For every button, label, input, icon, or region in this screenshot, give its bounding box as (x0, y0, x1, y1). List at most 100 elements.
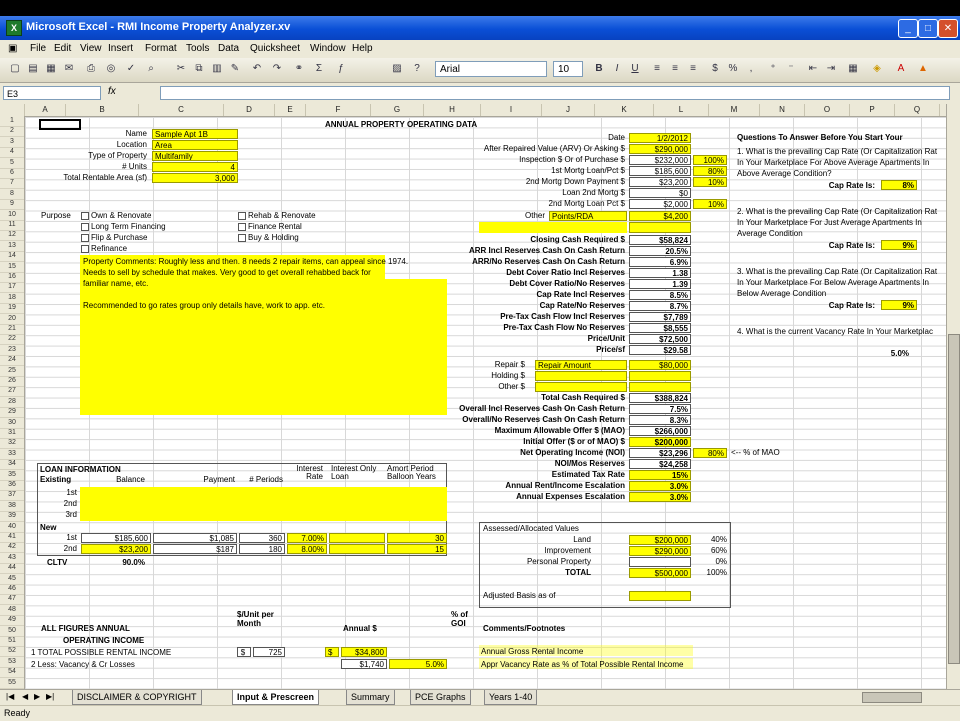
tab-summary[interactable]: Summary (346, 690, 395, 705)
decrease-decimal-icon[interactable]: ⁻ (784, 62, 798, 76)
row-header[interactable]: 38 (0, 501, 24, 512)
italic-icon[interactable]: I (610, 62, 624, 76)
tab-scroll-prev-icon[interactable]: ◀ (22, 692, 28, 701)
1st-mortg-pct[interactable]: 80% (693, 166, 727, 176)
area-input[interactable]: 3,000 (152, 173, 238, 183)
decrease-indent-icon[interactable]: ⇤ (806, 62, 820, 76)
format-painter-icon[interactable]: ✎ (228, 62, 242, 76)
new-loan-rate[interactable]: 8.00% (287, 544, 327, 554)
row-header[interactable]: 6 (0, 168, 24, 179)
row-header[interactable]: 45 (0, 574, 24, 585)
holding-type-input[interactable] (535, 371, 627, 381)
column-header[interactable]: B (66, 104, 139, 116)
doc-icon[interactable]: ▣ (8, 43, 17, 54)
redo-icon[interactable]: ↷ (270, 62, 284, 76)
align-right-icon[interactable]: ≡ (686, 62, 700, 76)
maximize-button[interactable]: □ (918, 19, 938, 38)
warning-icon[interactable]: ▲ (916, 62, 930, 76)
row-header[interactable]: 37 (0, 490, 24, 502)
offer-pct-input[interactable]: 80% (693, 448, 727, 458)
repair-type-input[interactable]: Repair Amount (535, 360, 627, 370)
property-comments[interactable]: Property Comments: Roughly less and then… (80, 257, 447, 415)
other-extra-value[interactable] (629, 222, 691, 233)
menu-edit[interactable]: Edit (54, 43, 71, 54)
row-header[interactable]: 12 (0, 230, 24, 242)
horizontal-scroll-thumb[interactable] (862, 692, 922, 703)
total-value[interactable]: $200,000 (629, 437, 691, 447)
row-header[interactable]: 32 (0, 438, 24, 450)
column-header[interactable]: G (371, 104, 424, 116)
row-header[interactable]: 26 (0, 376, 24, 387)
row-header[interactable]: 11 (0, 220, 24, 231)
fill-color-icon[interactable]: ◈ (870, 62, 884, 76)
vertical-scrollbar[interactable] (946, 104, 960, 689)
question-answer-input[interactable]: 8% (881, 180, 917, 190)
row-header[interactable]: 51 (0, 636, 24, 647)
excel-app-icon[interactable]: X (6, 20, 22, 36)
new-loan-amort[interactable]: 15 (387, 544, 447, 554)
row-header[interactable]: 52 (0, 646, 24, 658)
minimize-button[interactable]: _ (898, 19, 918, 38)
row-header[interactable]: 33 (0, 449, 24, 460)
chart-wizard-icon[interactable]: ▨ (390, 62, 404, 76)
align-center-icon[interactable]: ≡ (668, 62, 682, 76)
formula-input[interactable] (160, 86, 950, 100)
row-header[interactable]: 17 (0, 282, 24, 294)
2nd-loan-pct[interactable]: 10% (693, 199, 727, 209)
other-extra-input[interactable] (479, 222, 627, 233)
arv-input[interactable]: $290,000 (629, 144, 691, 154)
new-loan-io[interactable] (329, 544, 385, 554)
cut-icon[interactable]: ✂ (174, 62, 188, 76)
row-header[interactable]: 13 (0, 241, 24, 252)
tab-scroll-first-icon[interactable]: |◀ (6, 692, 14, 701)
row-header[interactable]: 25 (0, 366, 24, 377)
new-loan-balance[interactable]: $23,200 (81, 544, 151, 554)
new-icon[interactable]: ▢ (8, 62, 22, 76)
total-value[interactable]: 3.0% (629, 492, 691, 502)
new-loan-rate[interactable]: 7.00% (287, 533, 327, 543)
vertical-scroll-thumb[interactable] (948, 334, 960, 664)
row-header[interactable]: 23 (0, 345, 24, 356)
menu-quicksheet[interactable]: Quicksheet (250, 43, 300, 54)
font-size-select[interactable]: 10 (553, 61, 583, 77)
hyperlink-icon[interactable]: ⚭ (292, 62, 306, 76)
column-header[interactable]: M (709, 104, 760, 116)
purpose-buy-hold[interactable]: Buy & Holding (238, 233, 299, 242)
purpose-rehab[interactable]: Rehab & Renovate (238, 211, 316, 220)
paste-icon[interactable]: ▥ (210, 62, 224, 76)
row-header[interactable]: 7 (0, 178, 24, 190)
2nd-down-pct[interactable]: 10% (693, 177, 727, 187)
other-cost-amount-input[interactable] (629, 382, 691, 392)
autosum-icon[interactable]: Σ (312, 62, 326, 76)
row-header[interactable]: 4 (0, 147, 24, 159)
open-icon[interactable]: ▤ (26, 62, 40, 76)
row-header[interactable]: 18 (0, 293, 24, 304)
column-header[interactable]: D (224, 104, 275, 116)
row-header[interactable]: 28 (0, 397, 24, 408)
font-color-icon[interactable]: A (894, 62, 908, 76)
inspection-pct[interactable]: 100% (693, 155, 727, 165)
research-icon[interactable]: ⌕ (144, 62, 158, 76)
comma-icon[interactable]: , (744, 62, 758, 76)
percent-icon[interactable]: % (726, 62, 740, 76)
alloc-value[interactable]: $290,000 (629, 546, 691, 556)
row-header[interactable]: 9 (0, 199, 24, 211)
row-header[interactable]: 10 (0, 210, 24, 221)
question-answer-input[interactable]: 9% (881, 300, 917, 310)
row-header[interactable]: 22 (0, 334, 24, 346)
row-header[interactable]: 50 (0, 626, 24, 637)
question-answer-input[interactable]: 9% (881, 240, 917, 250)
column-header[interactable]: N (760, 104, 805, 116)
row-header[interactable]: 43 (0, 553, 24, 564)
underline-icon[interactable]: U (628, 62, 642, 76)
other-cost-type-input[interactable] (535, 382, 627, 392)
tab-pce-graphs[interactable]: PCE Graphs (410, 690, 471, 705)
row-header[interactable]: 20 (0, 314, 24, 325)
purpose-flip[interactable]: Flip & Purchase (81, 233, 147, 242)
other-value-input[interactable]: $4,200 (629, 211, 691, 221)
row-header[interactable]: 48 (0, 605, 24, 616)
new-loan-io[interactable] (329, 533, 385, 543)
row-header[interactable]: 31 (0, 428, 24, 439)
column-header[interactable]: J (542, 104, 595, 116)
adjusted-basis-input[interactable] (629, 591, 691, 601)
